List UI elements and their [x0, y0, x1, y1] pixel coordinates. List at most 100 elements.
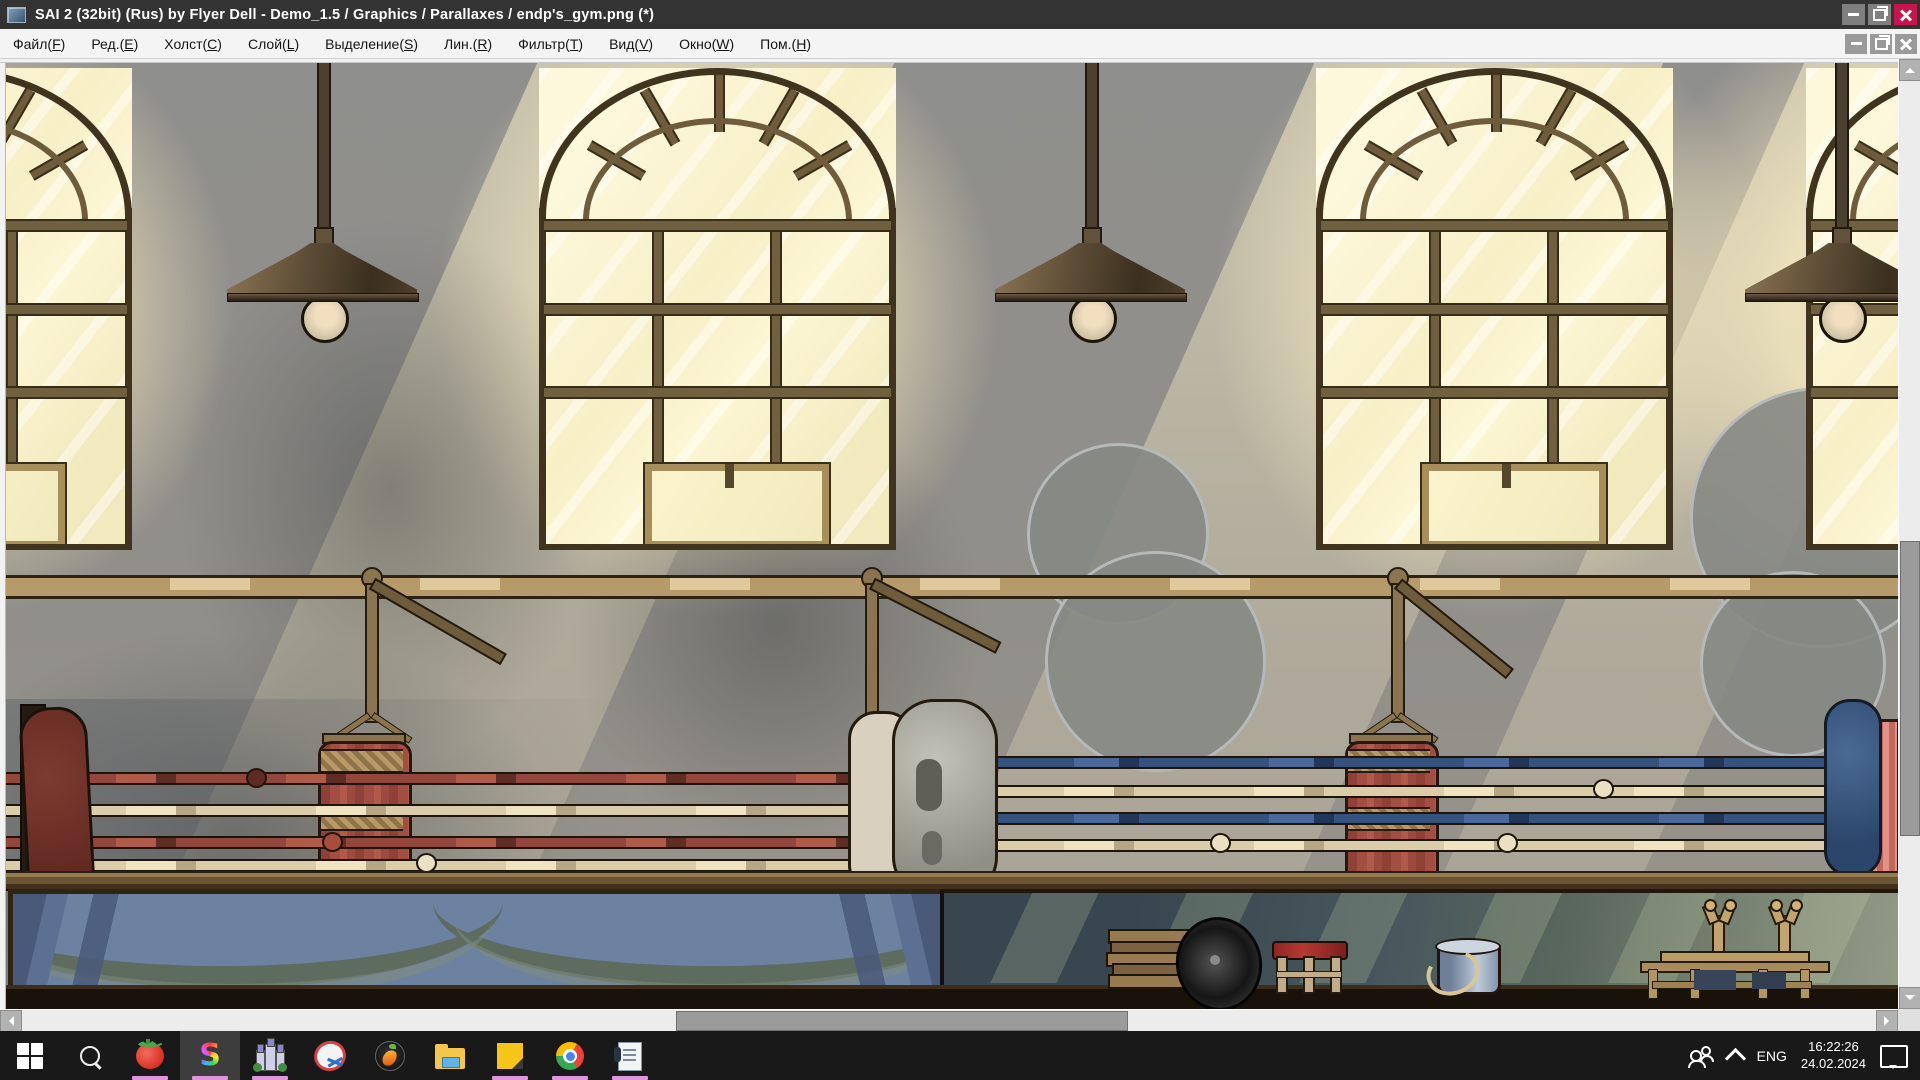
sash-latch — [1502, 464, 1511, 488]
horizontal-scroll-thumb[interactable] — [676, 1011, 1128, 1031]
castle-game-icon — [255, 1041, 285, 1071]
tray-expand-icon[interactable] — [1724, 1048, 1745, 1069]
stand-pole — [1391, 583, 1405, 723]
center-pad-crease — [916, 759, 942, 811]
menu-help[interactable]: Пом.(H) — [747, 29, 824, 58]
scroll-up-button[interactable] — [1899, 59, 1920, 81]
bench-knob — [1704, 899, 1717, 912]
restore-icon — [1875, 38, 1888, 50]
taskbar-item-sai2[interactable]: S — [180, 1031, 240, 1080]
clock[interactable]: 16:22:26 24.02.2024 — [1801, 1039, 1866, 1073]
right-corner-pad-blue — [1824, 699, 1882, 877]
doc-restore-button[interactable] — [1870, 34, 1892, 54]
vertical-scrollbar[interactable] — [1898, 59, 1920, 1009]
close-button[interactable] — [1894, 4, 1917, 25]
action-center-icon[interactable] — [1880, 1045, 1908, 1068]
rope-knob — [1497, 833, 1518, 853]
muntin-vertical — [6, 228, 18, 468]
menu-window[interactable]: Окно(W) — [666, 29, 747, 58]
running-indicator — [132, 1076, 168, 1080]
menu-ruler[interactable]: Лин.(R) — [431, 29, 505, 58]
muntin-rail — [544, 219, 891, 232]
muntin-rail — [0, 219, 127, 232]
menu-layer[interactable]: Слой(L) — [235, 29, 312, 58]
doc-minimize-button[interactable] — [1845, 34, 1867, 54]
system-tray: ENG 16:22:26 24.02.2024 — [1688, 1039, 1920, 1073]
canvas-edge-top — [0, 59, 1898, 63]
frame-bottom — [539, 544, 896, 550]
taskbar-item-chrome[interactable] — [540, 1031, 600, 1080]
notepad-icon — [618, 1042, 642, 1071]
windows-logo-icon — [17, 1043, 43, 1069]
canvas-artwork[interactable] — [0, 59, 1898, 1009]
search-icon — [80, 1046, 100, 1066]
muntin-vertical — [1429, 228, 1441, 468]
ring-rope-blue-side — [944, 812, 1898, 825]
tray-time: 16:22:26 — [1808, 1039, 1859, 1054]
menu-canvas[interactable]: Холст(C) — [151, 29, 235, 58]
muntin-rail — [0, 303, 127, 316]
muntin-rail — [1321, 303, 1668, 316]
corner-fold-left — [13, 894, 203, 988]
menu-file[interactable]: Файл(F) — [0, 29, 78, 58]
minimize-icon — [1851, 42, 1862, 45]
scroll-left-button[interactable] — [0, 1010, 22, 1032]
sash-latch — [725, 464, 734, 488]
corner-fold-right — [755, 894, 945, 988]
restore-button[interactable] — [1868, 4, 1891, 25]
running-indicator — [492, 1076, 528, 1080]
frame-right — [1666, 208, 1673, 550]
doc-close-button[interactable] — [1895, 34, 1917, 54]
taskbar-search-button[interactable] — [60, 1031, 120, 1080]
rope-knob — [322, 832, 343, 852]
taskbar-item-explorer[interactable] — [420, 1031, 480, 1080]
menu-view[interactable]: Вид(V) — [596, 29, 666, 58]
sticky-note-icon — [497, 1043, 523, 1069]
scroll-down-button[interactable] — [1899, 987, 1920, 1009]
menu-filter[interactable]: Фильтр(T) — [505, 29, 596, 58]
stand-pole — [365, 583, 379, 723]
start-button[interactable] — [0, 1031, 60, 1080]
ring-rope-blue-side — [944, 785, 1898, 798]
menu-edit[interactable]: Ред.(E) — [78, 29, 151, 58]
vertical-scroll-thumb[interactable] — [1900, 541, 1920, 836]
language-indicator[interactable]: ENG — [1757, 1048, 1787, 1064]
taskbar-item-notepad[interactable] — [600, 1031, 660, 1080]
muntin-rail — [1321, 219, 1668, 232]
taskbar-item-castle-game[interactable] — [240, 1031, 300, 1080]
lamp-bulb — [1069, 295, 1117, 343]
lamp-rod — [1085, 59, 1099, 231]
rope-knob — [416, 853, 437, 873]
frame-left — [539, 208, 546, 550]
apron-banner-left — [8, 889, 950, 993]
taskbar-item-fl-studio[interactable] — [360, 1031, 420, 1080]
frame-right — [125, 208, 132, 550]
left-arrow-icon — [4, 1016, 14, 1026]
stool-crossbar — [1276, 971, 1342, 978]
minimize-button[interactable] — [1842, 4, 1865, 25]
bench-knob — [1724, 899, 1737, 912]
lamp-rod — [1835, 59, 1849, 231]
running-indicator — [552, 1076, 588, 1080]
menu-bar: Файл(F) Ред.(E) Холст(C) Слой(L) Выделен… — [0, 29, 1920, 59]
taskbar-item-sticky-notes[interactable] — [480, 1031, 540, 1080]
ring-rope-blue-side — [944, 756, 1898, 769]
taskbar-item-plate-scissors[interactable] — [300, 1031, 360, 1080]
rope-knob — [246, 768, 267, 788]
sash-pane — [0, 464, 65, 548]
gym-window — [0, 68, 132, 550]
bench-box — [1752, 972, 1786, 989]
lamp-rod — [317, 59, 331, 231]
sash-pane — [645, 464, 829, 548]
lamp-shade — [995, 243, 1185, 297]
menu-selection[interactable]: Выделение(S) — [312, 29, 431, 58]
horizontal-scrollbar[interactable] — [0, 1009, 1898, 1032]
ring-platform-edge — [0, 871, 1898, 891]
scroll-right-button[interactable] — [1876, 1010, 1898, 1032]
rope-knob — [1593, 779, 1614, 799]
sash-pane — [1422, 464, 1606, 548]
minimize-icon — [1848, 13, 1859, 16]
taskbar-item-tomato-app[interactable] — [120, 1031, 180, 1080]
people-icon[interactable] — [1688, 1046, 1714, 1066]
muntin-vertical — [652, 228, 664, 468]
